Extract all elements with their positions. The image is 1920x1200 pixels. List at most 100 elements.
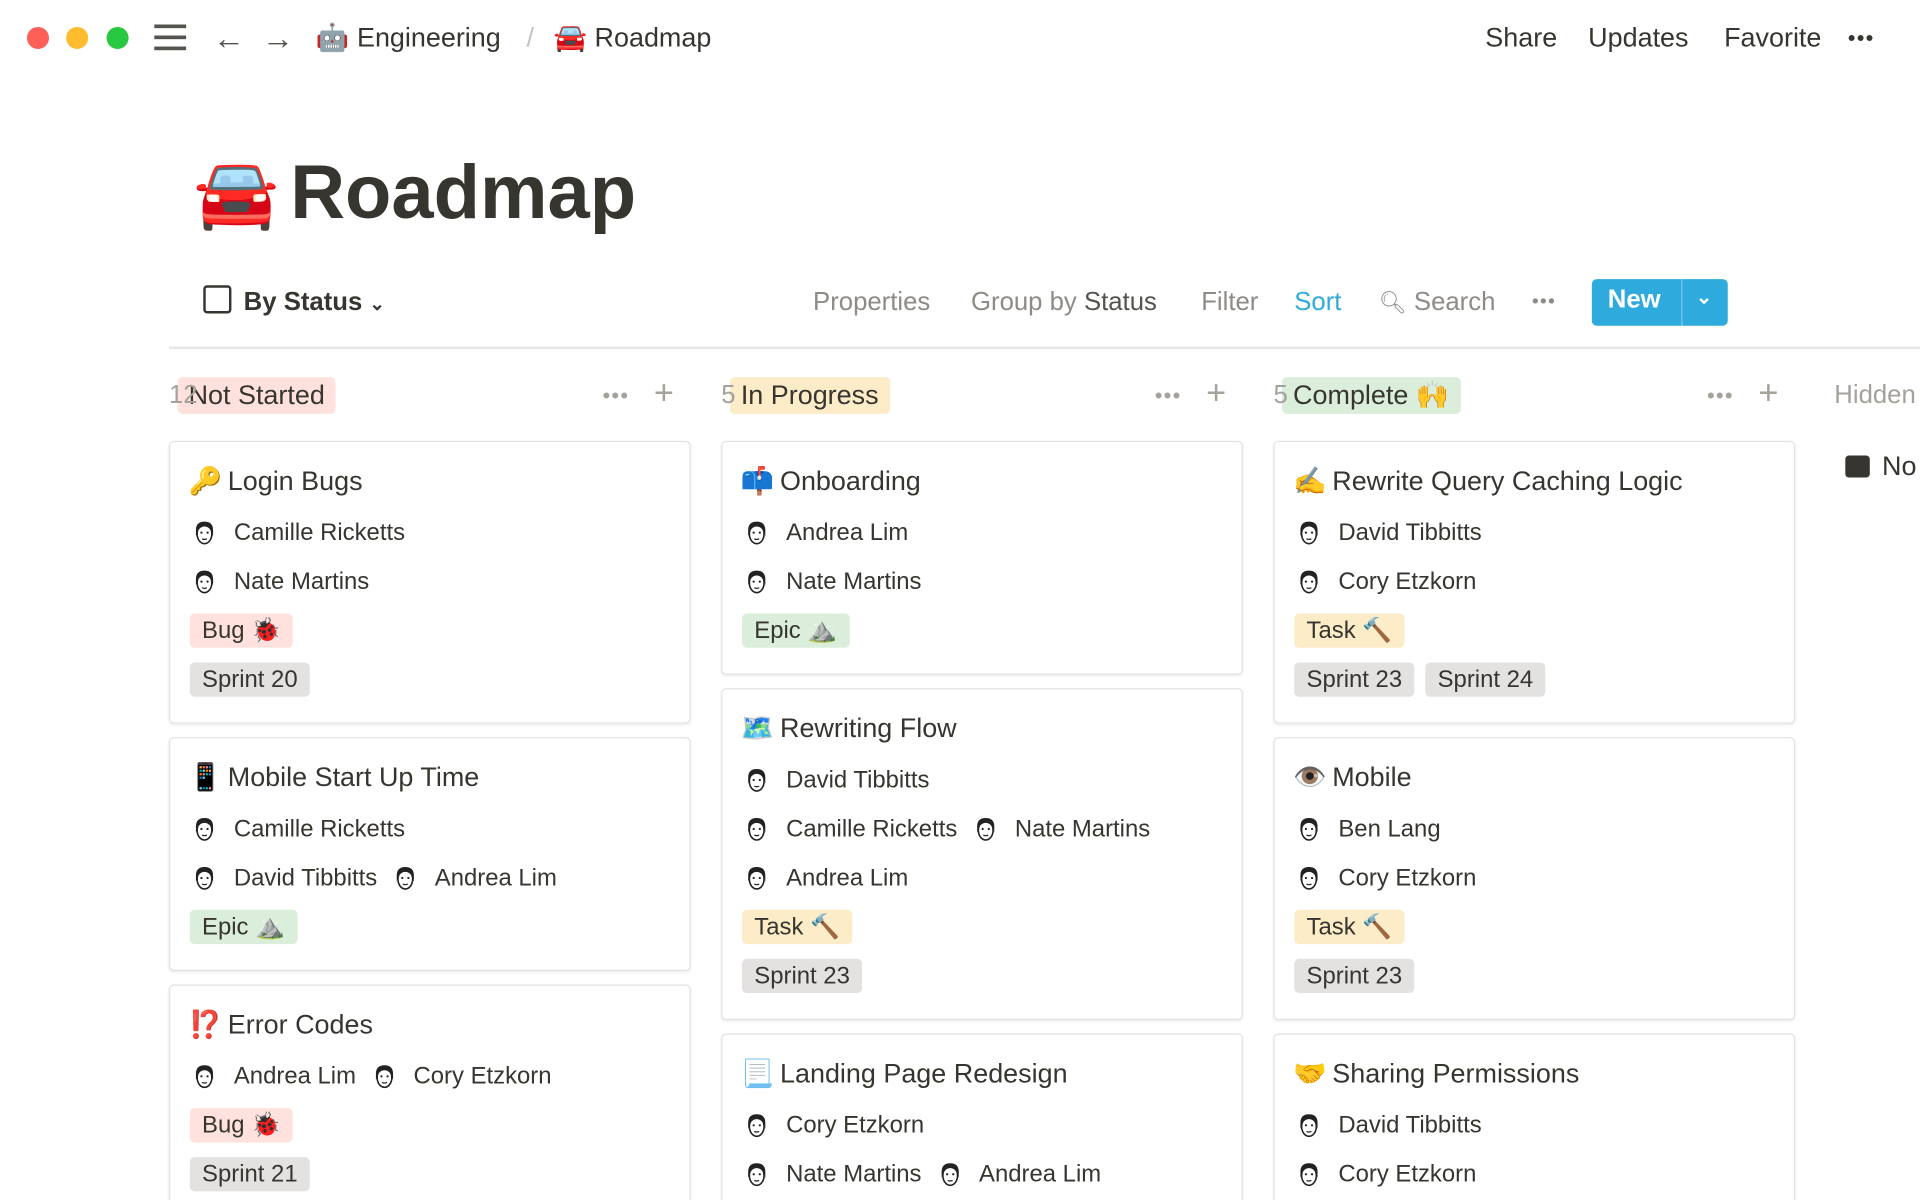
- person-name: Andrea Lim: [786, 518, 909, 546]
- card[interactable]: 📫 Onboarding Andrea Lim Nate Martins Epic ⛰️: [721, 440, 1243, 675]
- person[interactable]: David Tibbitts: [743, 766, 929, 794]
- card-title-row[interactable]: 🤝 Sharing Permissions: [1275, 1047, 1794, 1101]
- add-card-icon[interactable]: +: [1758, 374, 1778, 412]
- card[interactable]: 🔑 Login Bugs Camille Ricketts Nate Martins B…: [168, 440, 691, 724]
- car-icon: 🚘: [553, 22, 588, 53]
- person[interactable]: Cory Etzkorn: [1296, 1160, 1476, 1188]
- breadcrumb-engineering[interactable]: 🤖 Engineering: [316, 21, 501, 55]
- card[interactable]: 🤝 Sharing Permissions David Tibbitts Cory E…: [1273, 1033, 1796, 1200]
- card-title-row[interactable]: ⁉️ Error Codes: [170, 998, 689, 1052]
- sort-button[interactable]: Sort: [1294, 285, 1341, 319]
- card-title-row[interactable]: 🔑 Login Bugs: [170, 454, 689, 508]
- group-status-pill[interactable]: Not Started: [177, 377, 336, 414]
- sidebar-menu-icon[interactable]: [154, 24, 187, 51]
- card-title-row[interactable]: ✍️ Rewrite Query Caching Logic: [1275, 454, 1794, 508]
- card-emoji-icon: 🗺️: [740, 712, 775, 744]
- card-title-row[interactable]: 👁️ Mobile: [1275, 751, 1794, 805]
- card-title[interactable]: Rewrite Query Caching Logic: [1332, 465, 1682, 497]
- minimize-window-button[interactable]: [66, 26, 89, 49]
- avatar-icon: [743, 767, 770, 794]
- filter-button[interactable]: Filter: [1201, 285, 1258, 319]
- card-title[interactable]: Sharing Permissions: [1332, 1058, 1579, 1090]
- chevron-down-icon[interactable]: ⌄: [1696, 285, 1712, 309]
- group-status-pill[interactable]: In Progress: [729, 377, 890, 414]
- person[interactable]: David Tibbitts: [1296, 1111, 1482, 1139]
- person[interactable]: Cory Etzkorn: [1296, 567, 1477, 596]
- person[interactable]: David Tibbitts: [191, 864, 377, 892]
- maximize-window-button[interactable]: [106, 26, 129, 49]
- group-more-icon[interactable]: •••: [1155, 377, 1182, 414]
- card[interactable]: 📱 Mobile Start Up Time Camille Ricketts Dav…: [168, 737, 691, 972]
- close-window-button[interactable]: [26, 26, 49, 49]
- person[interactable]: Andrea Lim: [743, 519, 908, 547]
- add-card-icon[interactable]: +: [654, 374, 674, 412]
- tag-red: Bug 🐞: [189, 613, 294, 648]
- person[interactable]: Nate Martins: [972, 815, 1150, 843]
- card-title-row[interactable]: 📫 Onboarding: [722, 454, 1241, 508]
- card-title[interactable]: Mobile Start Up Time: [228, 762, 480, 794]
- board-column-in-progress: In Progress 5 ••• + 📫 Onboarding Andrea Lim Nat…: [721, 367, 1243, 1200]
- tag-row: Epic ⛰️: [170, 902, 689, 951]
- person[interactable]: Andrea Lim: [191, 1062, 356, 1090]
- share-button[interactable]: Share: [1485, 21, 1557, 55]
- card-emoji-icon: ✍️: [1293, 465, 1327, 496]
- person[interactable]: Camille Ricketts: [191, 519, 405, 547]
- card-title-row[interactable]: 📃 Landing Page Redesign: [722, 1047, 1241, 1101]
- more-options-button[interactable]: •••: [1848, 21, 1875, 55]
- card-title[interactable]: Rewriting Flow: [780, 713, 957, 745]
- add-card-icon[interactable]: +: [1206, 374, 1226, 412]
- card[interactable]: ✍️ Rewrite Query Caching Logic David Tibbi…: [1273, 440, 1796, 724]
- people-row: Cory Etzkorn: [722, 1101, 1241, 1150]
- hidden-group-no-status[interactable]: No Status: [1845, 448, 1920, 485]
- person[interactable]: Cory Etzkorn: [371, 1062, 552, 1090]
- person[interactable]: Nate Martins: [743, 1160, 921, 1188]
- updates-button[interactable]: Updates: [1588, 21, 1688, 55]
- page-title[interactable]: Roadmap: [290, 144, 636, 242]
- page-icon[interactable]: 🚘: [193, 149, 278, 237]
- person-name: Cory Etzkorn: [1338, 567, 1477, 595]
- favorite-button[interactable]: Favorite: [1724, 21, 1821, 55]
- person-name: Camille Ricketts: [786, 814, 958, 842]
- person[interactable]: David Tibbitts: [1296, 519, 1482, 547]
- card-title[interactable]: Error Codes: [228, 1009, 373, 1041]
- new-button[interactable]: New ⌄: [1591, 279, 1728, 326]
- card-title-row[interactable]: 📱 Mobile Start Up Time: [170, 751, 689, 805]
- view-selector[interactable]: By Status ⌄: [203, 285, 385, 322]
- forward-arrow-icon[interactable]: →: [262, 21, 294, 55]
- person[interactable]: Cory Etzkorn: [743, 1111, 924, 1139]
- card[interactable]: 🗺️ Rewriting Flow David Tibbitts Camille Ri…: [721, 688, 1243, 1021]
- person[interactable]: Andrea Lim: [743, 864, 908, 892]
- breadcrumb-roadmap[interactable]: 🚘 Roadmap: [553, 21, 711, 55]
- tag-row: Sprint 23: [1275, 951, 1794, 1000]
- card[interactable]: 👁️ Mobile Ben Lang Cory Etzkorn Task 🔨 Sprint…: [1273, 737, 1796, 1021]
- card-title[interactable]: Landing Page Redesign: [780, 1058, 1068, 1090]
- tag-row: Epic ⛰️: [722, 606, 1241, 655]
- group-more-icon[interactable]: •••: [602, 377, 629, 414]
- person[interactable]: Ben Lang: [1296, 815, 1441, 843]
- card[interactable]: 📃 Landing Page Redesign Cory Etzkorn Nate M…: [721, 1033, 1243, 1200]
- group-by-button[interactable]: Group by Status: [971, 285, 1157, 319]
- view-more-button[interactable]: •••: [1532, 285, 1556, 319]
- person[interactable]: Cory Etzkorn: [1296, 863, 1477, 892]
- card-title[interactable]: Onboarding: [780, 465, 921, 497]
- card-title[interactable]: Login Bugs: [228, 465, 363, 497]
- person[interactable]: Camille Ricketts: [191, 815, 405, 843]
- person[interactable]: Nate Martins: [743, 568, 921, 596]
- search-button[interactable]: 🔍︎ Search: [1379, 285, 1496, 319]
- people-row: Cory Etzkorn: [1275, 853, 1794, 902]
- person[interactable]: Andrea Lim: [392, 864, 557, 892]
- group-more-icon[interactable]: •••: [1707, 377, 1734, 414]
- person[interactable]: Nate Martins: [191, 568, 369, 596]
- card-title[interactable]: Mobile: [1332, 762, 1411, 794]
- breadcrumb-separator: /: [526, 22, 535, 53]
- person[interactable]: Camille Ricketts: [743, 815, 957, 843]
- tag-gray: Sprint 24: [1425, 662, 1546, 697]
- back-arrow-icon[interactable]: ←: [213, 21, 245, 55]
- card-title-row[interactable]: 🗺️ Rewriting Flow: [722, 702, 1241, 756]
- person-name: Cory Etzkorn: [1338, 863, 1477, 891]
- person[interactable]: Andrea Lim: [936, 1160, 1101, 1188]
- card[interactable]: ⁉️ Error Codes Andrea Lim Cory Etzkorn Bug 🐞…: [168, 984, 691, 1200]
- person-name: Cory Etzkorn: [786, 1111, 925, 1139]
- group-status-pill[interactable]: Complete 🙌: [1282, 377, 1461, 414]
- properties-button[interactable]: Properties: [813, 285, 930, 319]
